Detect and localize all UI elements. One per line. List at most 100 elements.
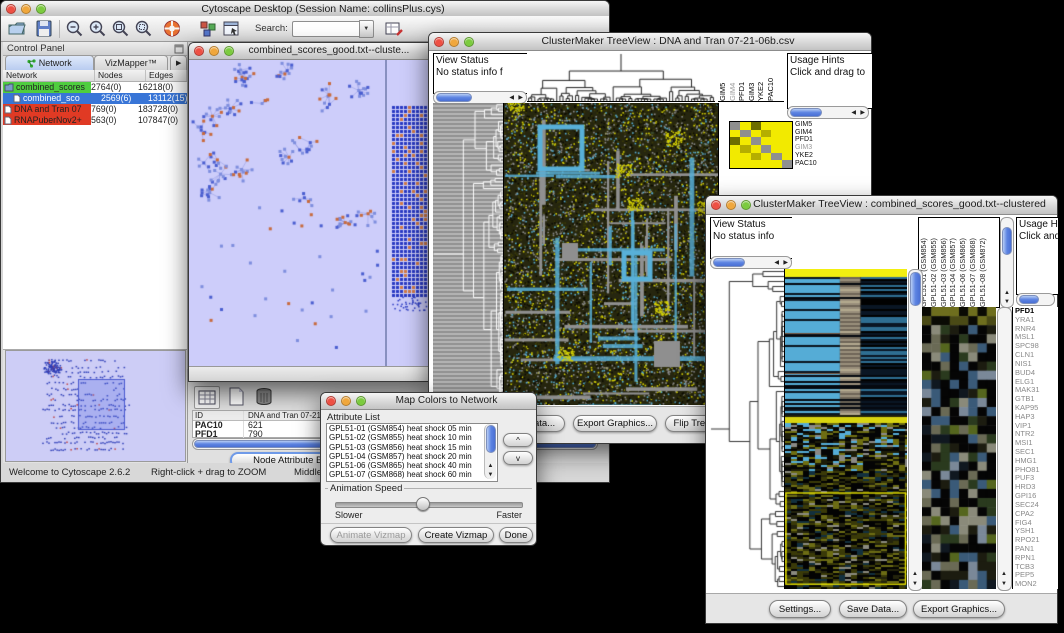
animate-vizmap-button[interactable]: Animate Vizmap	[330, 527, 412, 543]
scroll-thumb[interactable]	[910, 272, 921, 306]
minimize-button[interactable]	[449, 37, 459, 47]
export-graphics-button[interactable]: Export Graphics...	[573, 415, 657, 432]
zoom-out-icon[interactable]	[65, 19, 85, 38]
close-button[interactable]	[326, 396, 336, 406]
zoom-fit-icon[interactable]	[111, 19, 131, 38]
move-down-button[interactable]: v	[503, 451, 533, 465]
browser-window-icon[interactable]	[221, 19, 241, 38]
scroll-thumb[interactable]	[1019, 295, 1039, 304]
scroll-up-arrow[interactable]: ▲	[1001, 571, 1007, 577]
zoom-button[interactable]	[224, 46, 234, 56]
attribute-list-item[interactable]: GPL51-01 (GSM854) heat shock 05 min	[327, 424, 497, 433]
scroll-thumb[interactable]	[1002, 227, 1012, 255]
status-hscrollbar[interactable]: ◀ ▶	[710, 256, 792, 269]
attribute-list-item[interactable]: GPL51-06 (GSM865) heat shock 40 min	[327, 461, 497, 470]
attribute-list-item[interactable]: GPL51-03 (GSM856) heat shock 15 min	[327, 443, 497, 452]
node-attributes-icon[interactable]	[198, 19, 218, 38]
zoom-vscrollbar[interactable]: ▲ ▼	[997, 307, 1012, 591]
treeview2-titlebar[interactable]: ClusterMaker TreeView : combined_scores_…	[706, 196, 1057, 215]
delete-attribute-icon[interactable]	[252, 386, 276, 407]
settings-button[interactable]: Settings...	[769, 600, 831, 618]
scroll-thumb[interactable]	[713, 258, 745, 267]
speed-slider-thumb[interactable]	[416, 497, 430, 511]
attribute-list-item[interactable]: GPL51-02 (GSM855) heat shock 10 min	[327, 433, 497, 442]
done-button[interactable]: Done	[499, 527, 533, 543]
scroll-down-arrow[interactable]: ▼	[1004, 299, 1010, 305]
column-dendrogram[interactable]	[527, 53, 715, 102]
heatmap-zoom-view[interactable]	[729, 121, 793, 169]
table-mode-icon[interactable]	[194, 386, 220, 409]
export-graphics-button[interactable]: Export Graphics...	[913, 600, 1005, 618]
network-list-header[interactable]: Network Nodes Edges	[3, 70, 187, 82]
scroll-left-arrow[interactable]: ◀	[509, 95, 514, 101]
tab-overflow-arrow[interactable]: ▶	[170, 55, 187, 70]
scroll-thumb[interactable]	[486, 425, 496, 453]
minimize-button[interactable]	[726, 200, 736, 210]
network-row[interactable]: DNA and Tran 07 769(0) 183728(0)	[3, 104, 187, 115]
heatmap-global-view[interactable]	[785, 269, 907, 589]
close-button[interactable]	[6, 4, 16, 14]
tab-vizmapper[interactable]: VizMapper™	[94, 55, 169, 70]
network-row-selected[interactable]: combined_sco 2569(6) 13112(15)	[3, 93, 187, 104]
open-file-icon[interactable]	[7, 19, 27, 38]
gene-dendrogram[interactable]	[710, 269, 785, 589]
zoom-button[interactable]	[464, 37, 474, 47]
save-icon[interactable]	[34, 19, 54, 38]
attribute-list-item[interactable]: GPL51-07 (GSM868) heat shock 60 min	[327, 470, 497, 479]
heatmap-vscrollbar[interactable]: ▲ ▼	[908, 269, 923, 591]
labels-vscrollbar[interactable]: ▲ ▼	[1000, 217, 1014, 308]
search-combo[interactable]: ▼	[292, 21, 374, 37]
move-up-button[interactable]: ^	[503, 433, 533, 447]
float-panel-icon[interactable]	[174, 44, 184, 54]
main-titlebar[interactable]: Cytoscape Desktop (Session Name: collins…	[1, 1, 609, 17]
close-button[interactable]	[434, 37, 444, 47]
usage-hscrollbar[interactable]: ◀ ▶	[787, 106, 869, 119]
network-nodes: 2569(6)	[101, 93, 148, 104]
zoom-in-icon[interactable]	[88, 19, 108, 38]
zoom-button[interactable]	[36, 4, 46, 14]
network-row[interactable]: combined_scores 2764(0) 16218(0)	[3, 82, 187, 93]
close-button[interactable]	[194, 46, 204, 56]
minimize-button[interactable]	[341, 396, 351, 406]
zoom-selected-icon[interactable]	[134, 19, 154, 38]
network-grid-canvas[interactable]	[387, 60, 431, 366]
scroll-right-arrow[interactable]: ▶	[783, 260, 788, 266]
network-overview-thumbnail[interactable]	[5, 350, 186, 462]
heatmap-zoom-view[interactable]	[922, 307, 996, 589]
create-vizmap-button[interactable]: Create Vizmap	[418, 527, 494, 543]
zoom-button[interactable]	[356, 396, 366, 406]
scroll-thumb[interactable]	[790, 108, 822, 117]
network-view-scrollstrip[interactable]	[189, 366, 433, 381]
search-input[interactable]	[292, 21, 359, 37]
scroll-up-arrow[interactable]: ▲	[488, 463, 494, 469]
scroll-right-arrow[interactable]: ▶	[518, 95, 523, 101]
scroll-up-arrow[interactable]: ▲	[1004, 290, 1010, 296]
new-attribute-icon[interactable]	[224, 386, 248, 407]
dialog-titlebar[interactable]: Map Colors to Network	[321, 393, 536, 410]
network-canvas[interactable]	[190, 60, 384, 366]
row-dendrogram[interactable]	[433, 103, 503, 405]
scroll-down-arrow[interactable]: ▼	[1001, 581, 1007, 587]
minimize-button[interactable]	[209, 46, 219, 56]
treeview1-titlebar[interactable]: ClusterMaker TreeView : DNA and Tran 07-…	[429, 33, 871, 51]
scroll-left-arrow[interactable]: ◀	[851, 110, 856, 116]
attribute-list-item[interactable]: GPL51-04 (GSM857) heat shock 20 min	[327, 452, 497, 461]
scroll-down-arrow[interactable]: ▼	[912, 581, 918, 587]
help-lifebuoy-icon[interactable]	[162, 19, 182, 38]
heatmap-global-view[interactable]	[503, 103, 719, 405]
scroll-right-arrow[interactable]: ▶	[860, 110, 865, 116]
tab-network[interactable]: Network	[5, 55, 94, 70]
search-dropdown-arrow[interactable]: ▼	[359, 20, 374, 38]
close-button[interactable]	[711, 200, 721, 210]
minimize-button[interactable]	[21, 4, 31, 14]
scroll-thumb[interactable]	[436, 93, 472, 102]
save-data-button[interactable]: Save Data...	[839, 600, 907, 618]
network-view-titlebar[interactable]: combined_scores_good.txt--cluste...	[189, 43, 433, 60]
scroll-left-arrow[interactable]: ◀	[774, 260, 779, 266]
list-vscrollbar[interactable]: ▲ ▼	[484, 424, 496, 479]
scroll-down-arrow[interactable]: ▼	[488, 472, 494, 478]
attribute-table-icon[interactable]	[384, 19, 404, 38]
usage-hscrollbar[interactable]	[1016, 293, 1055, 306]
zoom-button[interactable]	[741, 200, 751, 210]
scroll-up-arrow[interactable]: ▲	[912, 571, 918, 577]
